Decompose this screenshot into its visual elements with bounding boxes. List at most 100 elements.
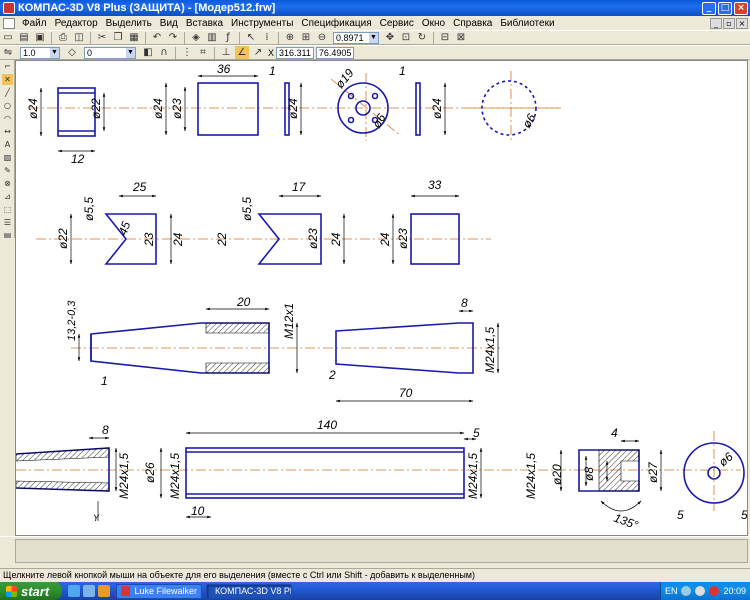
- undo-icon[interactable]: ↶: [150, 31, 164, 44]
- separator: [184, 31, 185, 44]
- menu-specification[interactable]: Спецификация: [297, 18, 375, 29]
- zoom-out-icon[interactable]: ⊖: [315, 31, 329, 44]
- spec-icon[interactable]: ☰: [2, 217, 13, 228]
- menu-help[interactable]: Справка: [449, 18, 496, 29]
- zoom-all-icon[interactable]: ⊡: [399, 31, 413, 44]
- variables-icon[interactable]: ▥: [205, 31, 219, 44]
- layer-combo[interactable]: 0 ▼: [84, 46, 136, 59]
- refresh-icon[interactable]: ↻: [415, 31, 429, 44]
- point-icon[interactable]: ✕: [2, 74, 13, 85]
- layer-icon[interactable]: ◇: [65, 46, 79, 59]
- arc-icon[interactable]: ◠: [2, 113, 13, 124]
- ortho-icon[interactable]: ⊥: [219, 46, 233, 59]
- dim-22: 22: [215, 232, 229, 247]
- menu-libraries[interactable]: Библиотеки: [496, 18, 558, 29]
- text-icon[interactable]: A: [2, 139, 13, 150]
- desktop-icon[interactable]: [83, 585, 95, 597]
- document-icon[interactable]: [3, 17, 15, 29]
- zoom-in-icon[interactable]: ⊕: [283, 31, 297, 44]
- snap-magnet-icon[interactable]: ∩: [157, 46, 171, 59]
- drawing-canvas[interactable]: ø24 ø22 12 ø24 ø23 36 1 ø24 ø19 ø6 1 ø24…: [15, 60, 748, 536]
- local-cs-icon[interactable]: ⌗: [196, 46, 210, 59]
- separator: [278, 31, 279, 44]
- dim-d8: ø8: [582, 467, 596, 481]
- menu-edit[interactable]: Редактор: [51, 18, 102, 29]
- zoom-combo[interactable]: 0.8971 ▼: [333, 31, 379, 44]
- tray-volume-icon[interactable]: [695, 586, 706, 596]
- menu-window[interactable]: Окно: [418, 18, 449, 29]
- sleeve-part[interactable]: [197, 82, 259, 136]
- color-icon[interactable]: ◧: [141, 46, 155, 59]
- edit-icon[interactable]: ✎: [2, 165, 13, 176]
- menu-tools[interactable]: Инструменты: [227, 18, 297, 29]
- dim-len5: 5: [473, 426, 480, 440]
- tray-network-icon[interactable]: [681, 586, 692, 596]
- snap-icon[interactable]: ⊠: [454, 31, 468, 44]
- coord-x-field[interactable]: 316.311: [276, 46, 314, 59]
- paste-icon[interactable]: ▦: [127, 31, 141, 44]
- separator: [90, 31, 91, 44]
- zoom-window-icon[interactable]: ⊞: [299, 31, 313, 44]
- task-luke-filewalker[interactable]: Luke Filewalker: [116, 583, 202, 599]
- cut-icon[interactable]: ✂: [95, 31, 109, 44]
- dim-d23-a: ø23: [170, 98, 184, 119]
- preview-icon[interactable]: ◫: [72, 31, 86, 44]
- menu-view[interactable]: Вид: [156, 18, 182, 29]
- menu-service[interactable]: Сервис: [376, 18, 418, 29]
- dim-24-b: 24: [329, 232, 343, 247]
- maximize-button[interactable]: □: [718, 1, 732, 15]
- menu-bar: Файл Редактор Выделить Вид Вставка Инстр…: [0, 16, 750, 30]
- save-icon[interactable]: ▣: [33, 31, 47, 44]
- menu-file[interactable]: Файл: [18, 18, 51, 29]
- tray-security-icon[interactable]: [709, 586, 720, 596]
- washer-part-2[interactable]: [415, 82, 421, 136]
- round-icon[interactable]: ∠: [235, 46, 249, 59]
- coord-y-field[interactable]: 76.4905: [315, 46, 355, 59]
- doc-restore-button[interactable]: ▫: [723, 17, 735, 29]
- media-icon[interactable]: [98, 585, 110, 597]
- manager-icon[interactable]: ◈: [189, 31, 203, 44]
- close-button[interactable]: ×: [734, 1, 748, 15]
- dim-d24-d: ø24: [430, 98, 444, 119]
- menu-select[interactable]: Выделить: [102, 18, 156, 29]
- line-icon[interactable]: ╱: [2, 87, 13, 98]
- function-icon[interactable]: ƒ: [221, 31, 235, 44]
- doc-minimize-button[interactable]: _: [710, 17, 722, 29]
- dim-m24-a: M24x1,5: [483, 327, 497, 373]
- pan-icon[interactable]: ✥: [383, 31, 397, 44]
- minimize-button[interactable]: _: [702, 1, 716, 15]
- print-icon[interactable]: ⎙: [56, 31, 70, 44]
- ie-icon[interactable]: [68, 585, 80, 597]
- grid-toggle-icon[interactable]: ⋮: [180, 46, 194, 59]
- grid-icon[interactable]: ⁞: [260, 31, 274, 44]
- select-icon[interactable]: ⬚: [2, 204, 13, 215]
- shaft-part[interactable]: [185, 447, 465, 499]
- part-label-5b: 5: [741, 508, 748, 522]
- axis-y-label: Y: [93, 513, 100, 523]
- scale-combo[interactable]: 1.0 ▼: [20, 46, 60, 59]
- open-folder-icon[interactable]: ▤: [17, 31, 31, 44]
- geometry-icon[interactable]: ⌐: [2, 61, 13, 72]
- doc-close-button[interactable]: ×: [736, 17, 748, 29]
- hatch-icon[interactable]: ▨: [2, 152, 13, 163]
- measure-tool-icon[interactable]: ⊿: [2, 191, 13, 202]
- cursor-icon[interactable]: ↗: [251, 46, 265, 59]
- kompas-app-icon[interactable]: [3, 2, 15, 14]
- language-indicator[interactable]: EN: [665, 586, 678, 596]
- measure-icon[interactable]: ⊟: [438, 31, 452, 44]
- start-button[interactable]: start: [0, 582, 62, 600]
- menu-insert[interactable]: Вставка: [182, 18, 227, 29]
- param-icon[interactable]: ⊗: [2, 178, 13, 189]
- copy-icon[interactable]: ❐: [111, 31, 125, 44]
- style-icon[interactable]: ⇋: [1, 46, 15, 59]
- dim-d24-a: ø24: [26, 98, 40, 119]
- task-kompas[interactable]: КОМПАС-3D V8 Plus ...: [206, 583, 292, 599]
- dimension-icon[interactable]: ↔: [2, 126, 13, 137]
- redo-icon[interactable]: ↷: [166, 31, 180, 44]
- new-document-icon[interactable]: ▭: [1, 31, 15, 44]
- dim-d24-b: ø24: [151, 98, 165, 119]
- circle-icon[interactable]: ○: [2, 100, 13, 111]
- status-bar: Щелкните левой кнопкой мыши на объекте д…: [0, 568, 750, 582]
- help-pointer-icon[interactable]: ↖: [244, 31, 258, 44]
- start-label: start: [21, 583, 50, 599]
